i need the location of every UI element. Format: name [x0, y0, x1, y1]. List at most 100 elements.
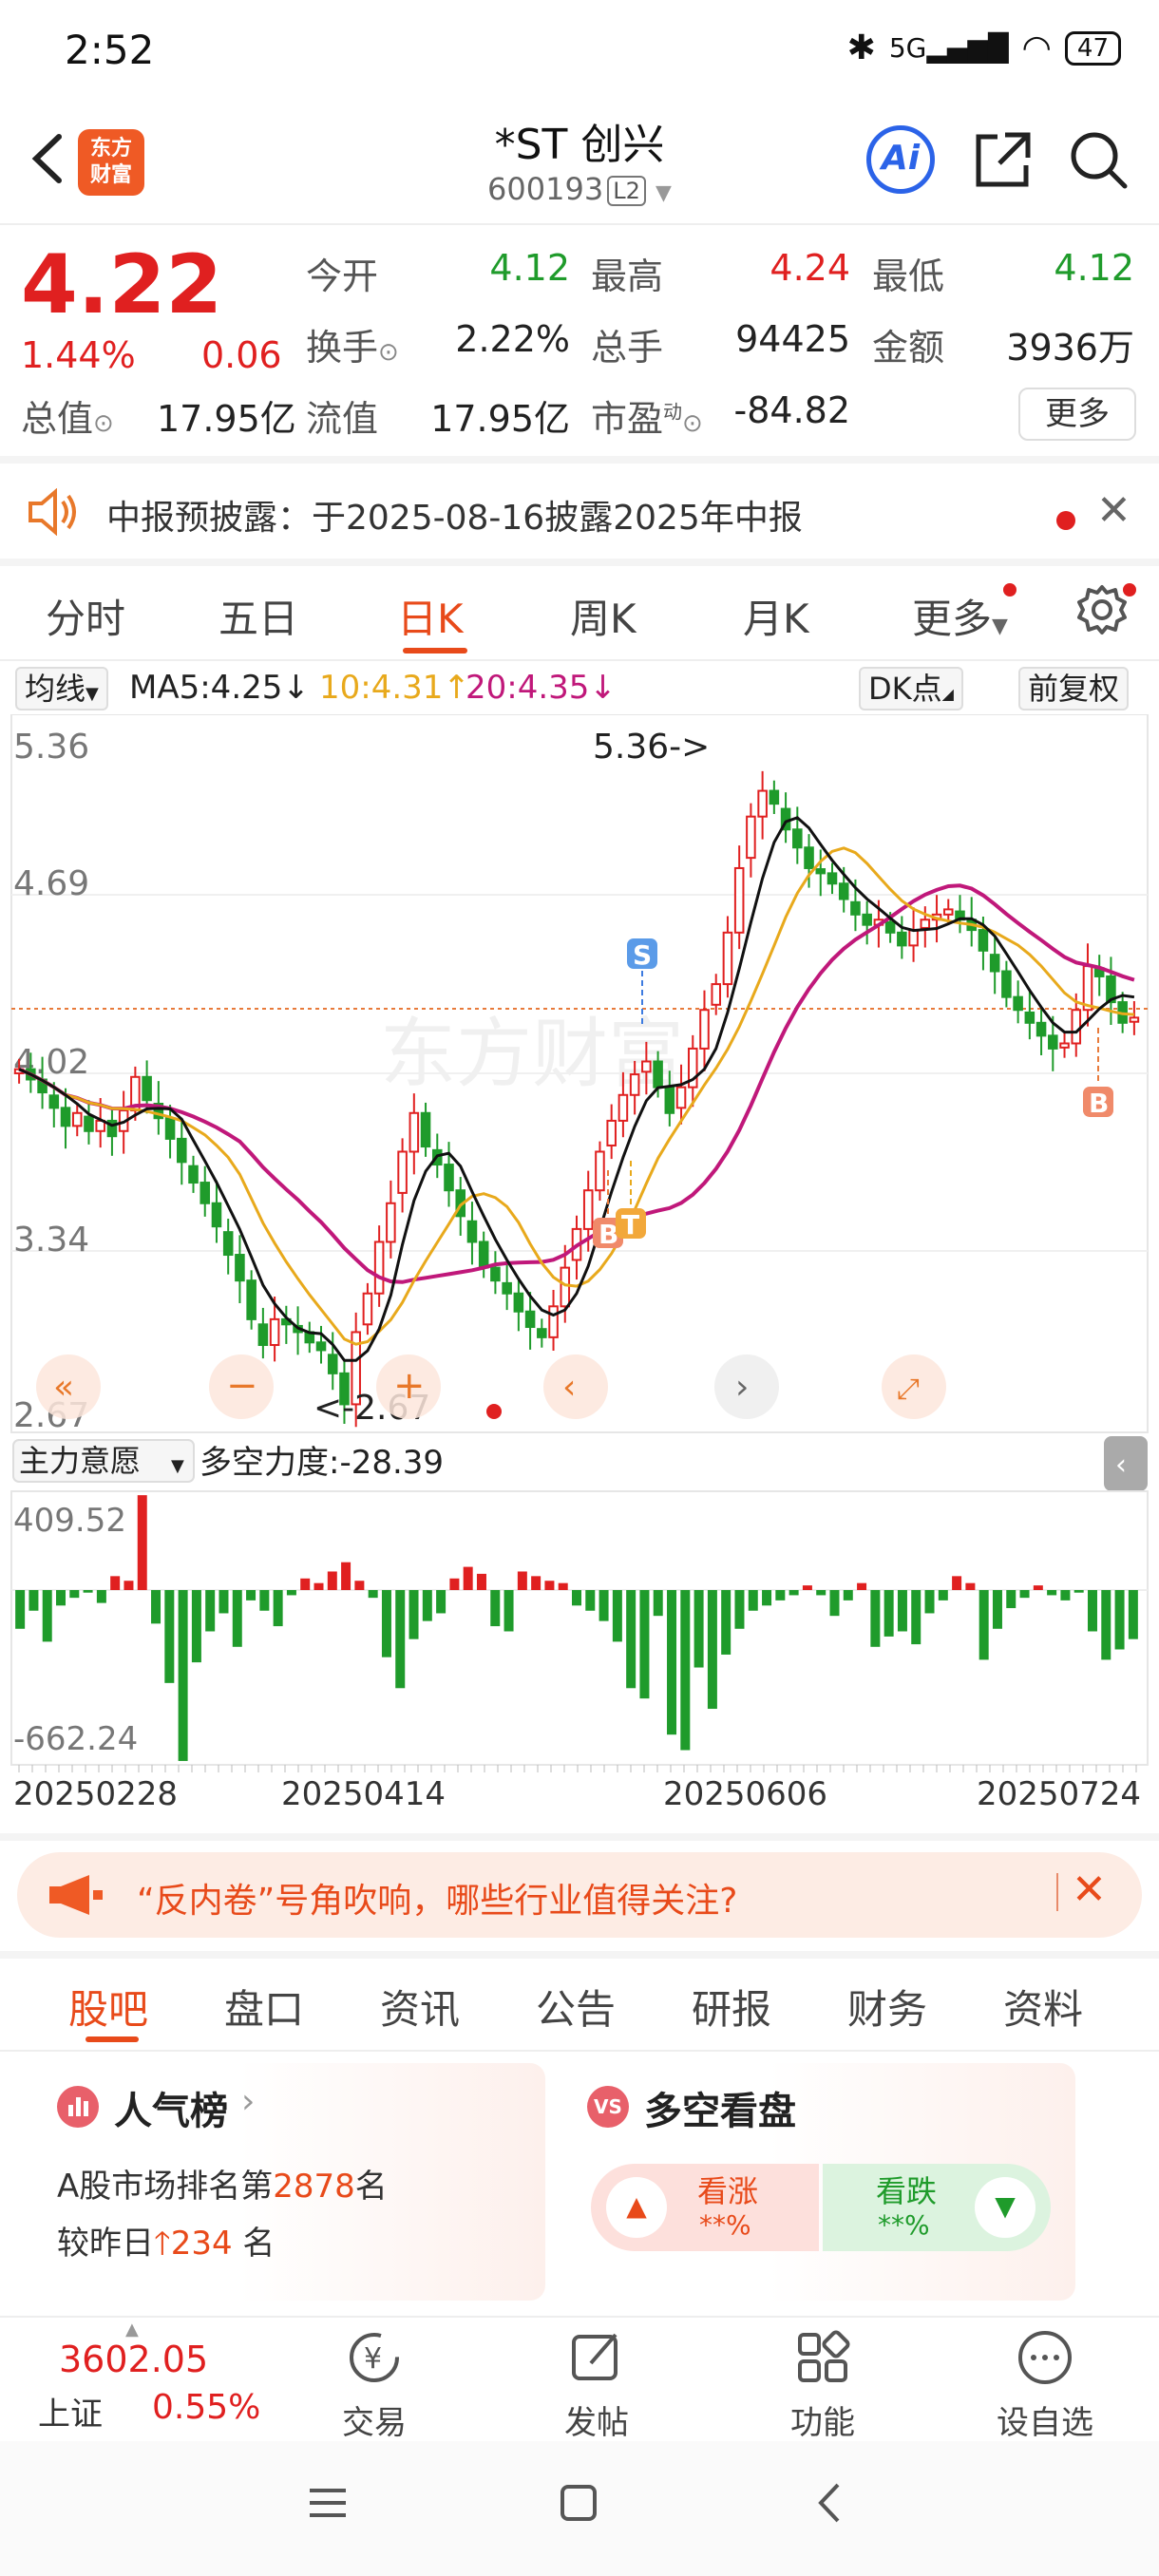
sentiment-card: VS 多空看盘 ▲ 看涨 **% 看跌 **% ▼	[564, 2063, 1075, 2301]
close-icon[interactable]: ✕	[1072, 1866, 1107, 1914]
candle-body	[164, 1117, 176, 1140]
tab-guba[interactable]: 股吧	[68, 1978, 148, 2036]
sub-bar	[395, 1590, 406, 1689]
candle-body	[466, 1220, 478, 1243]
candle-body	[1071, 1009, 1082, 1045]
double-chevron-left-icon: «	[53, 1368, 74, 1407]
low-label: 最低	[872, 256, 945, 297]
tab-daily-k[interactable]: 日K	[397, 587, 464, 645]
sub-bar	[612, 1590, 622, 1642]
tab-intraday[interactable]: 分时	[46, 587, 125, 645]
candle-body	[444, 1164, 454, 1192]
indicator-select[interactable]: 均线▼	[15, 667, 108, 710]
sub-bar	[721, 1590, 732, 1655]
nav-add-watch[interactable]: 设自选	[969, 2318, 1121, 2442]
status-bar: 2:52 ✱ 5G▂▄▆█ ◠ 47	[0, 0, 1159, 104]
candle-body	[733, 866, 745, 934]
sub-bar	[829, 1590, 840, 1617]
chevron-right-icon: ›	[241, 2082, 256, 2121]
bull-label: 看涨	[697, 2173, 759, 2209]
candle-body	[641, 1060, 652, 1073]
sub-bar	[110, 1576, 121, 1590]
candle-body	[60, 1107, 71, 1127]
nav-function[interactable]: 功能	[747, 2318, 899, 2442]
candle-body	[850, 900, 861, 916]
candle-body	[595, 1150, 605, 1192]
kline-chart[interactable]: 东方财富 5.36 4.69 4.02 3.34 2.67 5.36-> <-2…	[0, 714, 1159, 1831]
candle-body	[373, 1241, 385, 1295]
more-button[interactable]: 更多	[1018, 388, 1136, 441]
chevron-right-icon: ›	[735, 1368, 749, 1407]
tab-news[interactable]: 资讯	[380, 1978, 460, 2036]
tab-finance[interactable]: 财务	[847, 1978, 927, 2036]
popularity-card[interactable]: 人气榜 › A股市场排名第2878名 较昨日🡑234 名	[34, 2063, 545, 2301]
sub-tick: 409.52	[13, 1502, 126, 1540]
tab-weekly-k[interactable]: 周K	[570, 587, 636, 645]
back-icon[interactable]	[808, 2479, 855, 2530]
ai-button[interactable]: Ai	[866, 125, 935, 194]
speaker-icon	[27, 487, 80, 540]
dk-point-button[interactable]: DK点◢	[859, 667, 963, 710]
triangle-down-icon: ▼	[975, 2177, 1036, 2238]
home-icon[interactable]	[555, 2479, 602, 2530]
menu-icon[interactable]	[304, 2479, 352, 2530]
signal-b: B	[1089, 1088, 1109, 1119]
candle-body	[71, 1111, 83, 1127]
tab-monthly-k[interactable]: 月K	[743, 587, 809, 645]
sub-bar	[843, 1590, 853, 1601]
sub-bar	[341, 1562, 352, 1590]
x-tick: 20250724	[977, 1775, 1141, 1813]
tab-more[interactable]: 更多▼	[912, 587, 1008, 645]
tab-profile[interactable]: 资料	[1003, 1978, 1083, 2036]
tab-five-day[interactable]: 五日	[218, 587, 298, 645]
chart-toolbar: 均线▼ MA5:4.25↓ 10:4.31↑ 20:4.35↓ DK点◢ 前复权	[0, 663, 1159, 714]
candle-body	[826, 872, 838, 885]
bottom-nav: ▲ 3602.05 上证 0.55% ¥ 交易 发帖 功能 设自选	[0, 2316, 1159, 2442]
index-ticker[interactable]: ▲ 3602.05 上证 0.55%	[0, 2318, 276, 2441]
tab-research[interactable]: 研报	[692, 1978, 771, 2036]
sub-bar	[965, 1582, 976, 1590]
bear-vote-button[interactable]: 看跌 **% ▼	[823, 2164, 1051, 2251]
nav-post[interactable]: 发帖	[521, 2318, 673, 2442]
candle-body	[815, 868, 826, 875]
mktcap-value: 17.95亿	[157, 398, 296, 440]
candle-body	[524, 1310, 536, 1329]
sub-bar	[449, 1578, 460, 1590]
settings-button[interactable]	[1074, 581, 1130, 642]
notice-bar[interactable]: 中报预披露：于2025-08-16披露2025年中报 ✕	[0, 464, 1159, 559]
sub-bar	[300, 1578, 311, 1590]
tab-announcements[interactable]: 公告	[536, 1978, 616, 2036]
candle-body	[327, 1354, 338, 1374]
bear-percent: **%	[878, 2209, 930, 2241]
sub-bar	[924, 1590, 935, 1614]
share-button[interactable]	[969, 125, 1037, 194]
high-marker: 5.36->	[593, 728, 710, 767]
mktcap-label[interactable]: 总值⊙	[21, 389, 114, 442]
candle-body	[711, 983, 722, 1006]
indicator-select-label: 均线	[25, 671, 86, 707]
ad-banner[interactable]: “反内卷”号角吹响，哪些行业值得关注? ✕	[17, 1852, 1142, 1938]
candle-body	[838, 882, 849, 900]
pe-label: 市盈动⊙	[591, 389, 703, 442]
caret-down-icon: ▼	[656, 181, 672, 205]
system-nav-bar	[0, 2441, 1159, 2576]
high-value: 4.24	[770, 247, 850, 289]
candle-body	[582, 1189, 594, 1230]
nav-trade[interactable]: ¥ 交易	[298, 2318, 450, 2442]
sub-bar	[28, 1590, 39, 1611]
close-icon[interactable]: ✕	[1096, 486, 1131, 535]
candle-body	[629, 1073, 640, 1096]
active-tab-indicator	[86, 2036, 139, 2042]
candle-body	[1001, 970, 1012, 998]
tab-pankou[interactable]: 盘口	[224, 1978, 304, 2036]
adjust-button[interactable]: 前复权	[1018, 667, 1130, 710]
signal-t: T	[621, 1209, 639, 1241]
sub-bar	[490, 1590, 501, 1627]
sub-indicator-label: 主力意愿	[19, 1443, 141, 1479]
sub-bar	[1047, 1590, 1057, 1596]
search-button[interactable]	[1064, 125, 1132, 194]
pe-sup: 动	[663, 400, 683, 424]
rank-suffix: 名	[354, 2168, 388, 2206]
bull-vote-button[interactable]: ▲ 看涨 **%	[591, 2164, 819, 2251]
sub-bar	[626, 1590, 636, 1689]
